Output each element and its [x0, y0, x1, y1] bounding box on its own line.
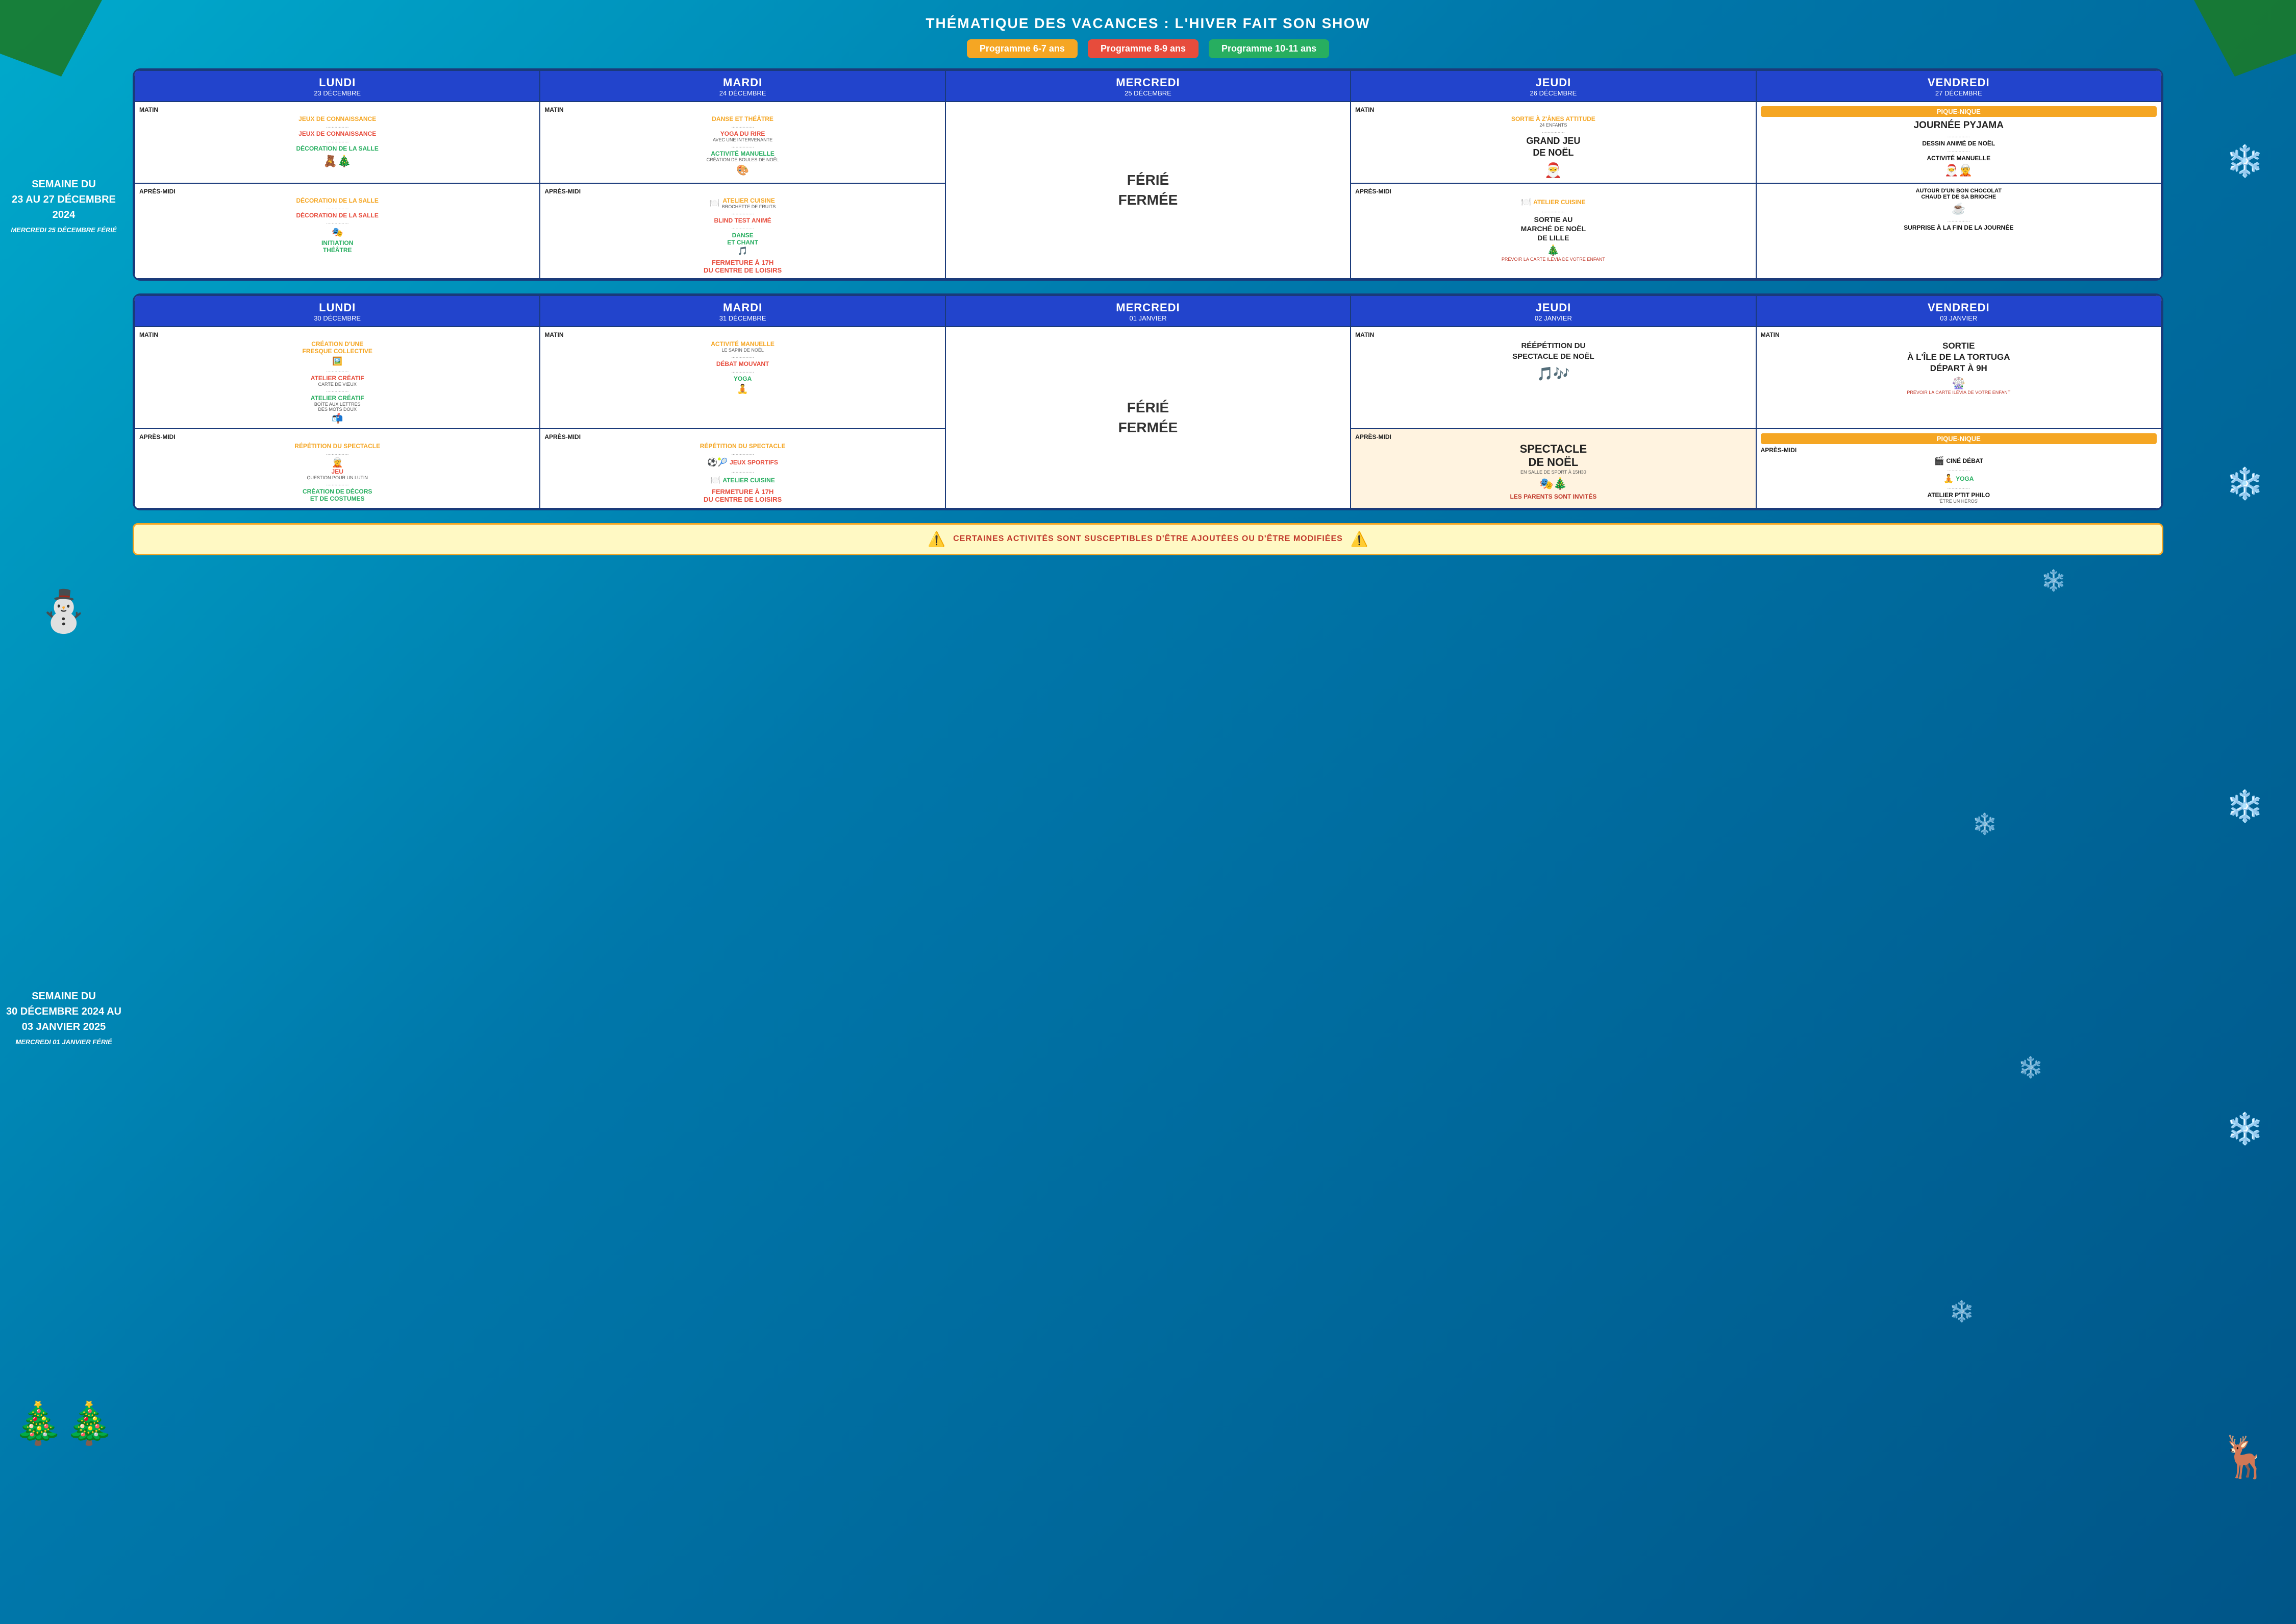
- week2-mardi-header: MARDI31 DÉCEMBRE: [540, 296, 945, 327]
- tree-icon: 🎄🎄: [13, 1399, 114, 1447]
- badge-8-9ans: Programme 8-9 ans: [1088, 39, 1199, 58]
- week2-table: LUNDI30 DÉCEMBRE MARDI31 DÉCEMBRE MERCRE…: [134, 295, 2162, 509]
- program-badges: Programme 6-7 ans Programme 8-9 ans Prog…: [133, 39, 2163, 58]
- week2-schedule-card: LUNDI30 DÉCEMBRE MARDI31 DÉCEMBRE MERCRE…: [133, 293, 2163, 510]
- w2-mercredi-ferie: FÉRIÉFERMÉE: [945, 327, 1351, 508]
- snowman-icon: ⛄: [38, 587, 89, 635]
- w1-mardi-matin: MATIN DANSE ET THÉÂTRE ................ …: [540, 102, 945, 183]
- week1-jeudi-header: JEUDI26 DÉCEMBRE: [1351, 70, 1756, 102]
- week1-schedule-card: LUNDI23 DÉCEMBRE MARDI24 DÉCEMBRE MERCRE…: [133, 68, 2163, 281]
- week1-sidebar-label: SEMAINE DU 23 AU 27 DÉCEMBRE 2024 MERCRE…: [5, 177, 122, 235]
- week2-vendredi-header: VENDREDI03 JANVIER: [1756, 296, 2161, 327]
- page-wrapper: ❄️ ❄️ ❄️ ❄️ ❄️ ❄️ SEMAINE DU 23 AU 27 DÉ…: [0, 0, 2296, 1624]
- snowflake-6: ❄️: [1949, 1299, 1975, 1323]
- week1-table: LUNDI23 DÉCEMBRE MARDI24 DÉCEMBRE MERCRE…: [134, 70, 2162, 279]
- w2-mardi-apresmidi: APRÈS-MIDI RÉPÉTITION DU SPECTACLE .....…: [540, 429, 945, 508]
- week2-lundi-header: LUNDI30 DÉCEMBRE: [135, 296, 540, 327]
- w2-vendredi-apresmidi: PIQUE-NIQUE APRÈS-MIDI 🎬 CINÉ DÉBAT ....…: [1756, 429, 2161, 508]
- w1-mardi-apresmidi: APRÈS-MIDI 🍽️ ATELIER CUISINE BROCHETTE …: [540, 183, 945, 279]
- w2-vendredi-matin: MATIN SORTIEÀ L'ÎLE DE LA TORTUGADÉPART …: [1756, 327, 2161, 429]
- w1-vendredi-apresmidi: AUTOUR D'UN BON CHOCOLATCHAUD ET DE SA B…: [1756, 183, 2161, 279]
- w1-jeudi-matin: MATIN SORTIE À Z'ÂNES ATTITUDE 24 ENFANT…: [1351, 102, 1756, 183]
- snowflake-3: ❄️: [2041, 569, 2066, 593]
- w2-lundi-matin: MATIN CRÉATION D'UNEFRESQUE COLLECTIVE 🖼…: [135, 327, 540, 429]
- w1-jeudi-apresmidi: APRÈS-MIDI 🍽️ ATELIER CUISINE ..........…: [1351, 183, 1756, 279]
- w1-lundi-matin: MATIN JEUX DE CONNAISSANCE .............…: [135, 102, 540, 183]
- main-content: THÉMATIQUE DES VACANCES : L'HIVER FAIT S…: [133, 10, 2163, 555]
- w1-lundi-apresmidi: APRÈS-MIDI DÉCORATION DE LA SALLE ......…: [135, 183, 540, 279]
- page-title: THÉMATIQUE DES VACANCES : L'HIVER FAIT S…: [133, 10, 2163, 32]
- warning-text: CERTAINES ACTIVITÉS SONT SUSCEPTIBLES D'…: [953, 534, 1343, 544]
- badge-6-7ans: Programme 6-7 ans: [967, 39, 1078, 58]
- warning-icon-left: ⚠️: [928, 531, 945, 548]
- week1-mardi-header: MARDI24 DÉCEMBRE: [540, 70, 945, 102]
- badge-10-11ans: Programme 10-11 ans: [1209, 39, 1329, 58]
- warning-bar: ⚠️ CERTAINES ACTIVITÉS SONT SUSCEPTIBLES…: [133, 523, 2163, 555]
- w1-vendredi-matin: PIQUE-NIQUE JOURNÉE PYJAMA .............…: [1756, 102, 2161, 183]
- reindeer-icon: 🦌: [2219, 1433, 2270, 1481]
- w2-lundi-apresmidi: APRÈS-MIDI RÉPÉTITION DU SPECTACLE .....…: [135, 429, 540, 508]
- week2-sidebar-label: SEMAINE DU 30 DÉCEMBRE 2024 AU 03 JANVIE…: [6, 989, 121, 1047]
- sidebar-right: ❄️ ❄️ ❄️ ❄️ 🦌: [2199, 0, 2291, 1624]
- week2-jeudi-header: JEUDI02 JANVIER: [1351, 296, 1756, 327]
- warning-icon-right: ⚠️: [1351, 531, 1368, 548]
- week1-mercredi-header: MERCREDI25 DÉCEMBRE: [945, 70, 1351, 102]
- w2-jeudi-apresmidi: APRÈS-MIDI SPECTACLEDE NOËL EN SALLE DE …: [1351, 429, 1756, 508]
- snowflake-5: ❄️: [2018, 1055, 2043, 1079]
- week2-mercredi-header: MERCREDI01 JANVIER: [945, 296, 1351, 327]
- w2-jeudi-matin: MATIN RÉÉPÉTITION DUSPECTACLE DE NOËL 🎵🎶: [1351, 327, 1756, 429]
- w2-mardi-matin: MATIN ACTIVITÉ MANUELLE LE SAPIN DE NOËL…: [540, 327, 945, 429]
- week1-vendredi-header: VENDREDI27 DÉCEMBRE: [1756, 70, 2161, 102]
- sidebar-left: SEMAINE DU 23 AU 27 DÉCEMBRE 2024 MERCRE…: [5, 0, 122, 1624]
- week1-lundi-header: LUNDI23 DÉCEMBRE: [135, 70, 540, 102]
- w1-mercredi-ferie: FÉRIÉFERMÉE: [945, 102, 1351, 279]
- snowflake-4: ❄️: [1972, 812, 1998, 836]
